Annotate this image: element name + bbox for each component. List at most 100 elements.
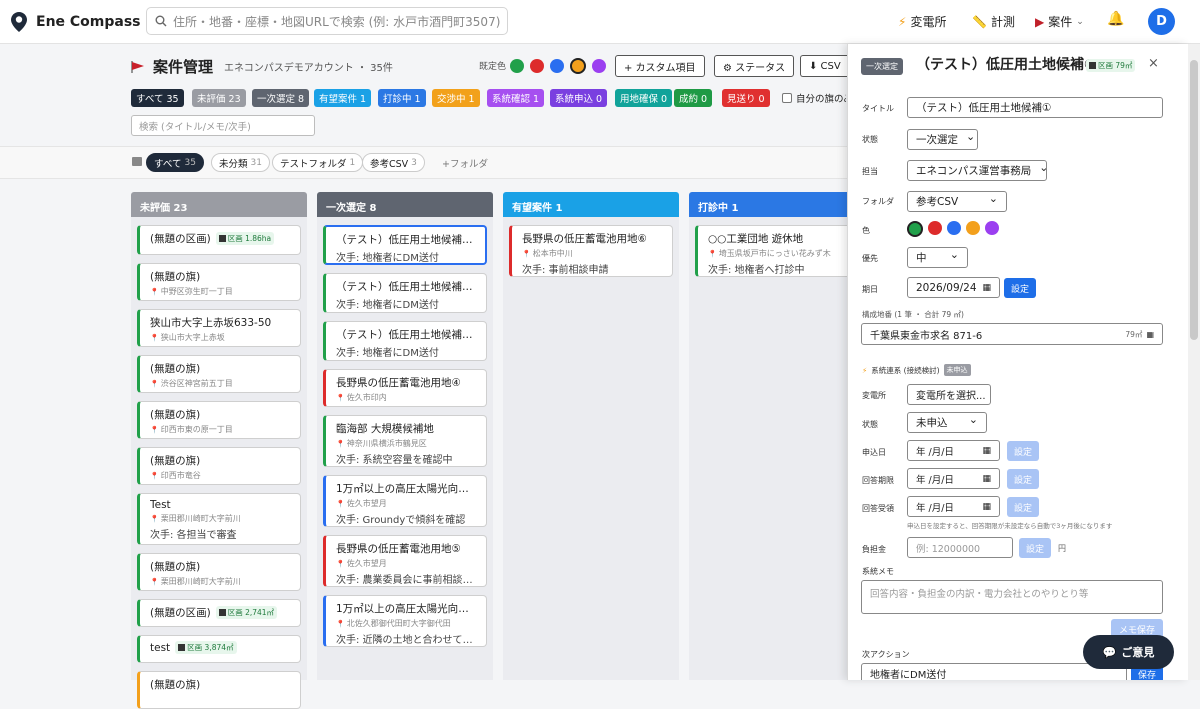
case-card[interactable]: (無題の旗)栗田郡川崎町大字前川 <box>137 553 301 591</box>
default-color-swatch[interactable] <box>570 58 586 74</box>
case-card[interactable]: 狭山市大字上赤坂633-50狭山市大字上赤坂 <box>137 309 301 347</box>
status-filter-chip[interactable]: 系統申込 0 <box>550 89 607 107</box>
card-next-action: 次手: 系統空容量を確認中 <box>336 451 478 466</box>
case-color-swatch[interactable] <box>985 221 999 235</box>
status-filter-chip[interactable]: 打診中 1 <box>378 89 426 107</box>
own-only-toggle[interactable]: 自分の旗のみ <box>782 91 846 105</box>
nav-cases[interactable]: ▶案件⌄ <box>1035 13 1084 30</box>
default-color-swatch[interactable] <box>592 59 606 73</box>
lightning-icon: ⚡ <box>898 15 906 29</box>
account-info: エネコンパスデモアカウント ・ 35件 <box>224 59 393 74</box>
own-only-checkbox[interactable] <box>782 93 792 103</box>
priority-select[interactable]: 中 <box>907 247 968 268</box>
case-card[interactable]: Test栗田郡川崎町大字前川次手: 各担当で審査 <box>137 493 301 545</box>
nav-measure[interactable]: 📏計測 <box>972 13 1015 30</box>
apply-set-button[interactable]: 設定 <box>1007 441 1039 461</box>
calendar-icon: ▦ <box>982 283 991 293</box>
default-color-swatch[interactable] <box>530 59 544 73</box>
card-title-row: (無題の旗) <box>150 407 292 422</box>
case-card[interactable]: (無題の旗)印西市竜谷 <box>137 447 301 485</box>
grid-state-select[interactable]: 未申込 <box>907 412 987 433</box>
card-location: 印西市竜谷 <box>150 470 292 481</box>
column-body: 長野県の低圧蓄電池用地⑥松本市中川次手: 事前相談申請 <box>503 217 679 680</box>
answer-recv-field[interactable]: 年 /月/日▦ <box>907 496 1000 517</box>
bell-icon[interactable]: 🔔 <box>1107 11 1124 27</box>
answer-recv-set-button[interactable]: 設定 <box>1007 497 1039 517</box>
default-color-swatch[interactable] <box>510 59 524 73</box>
folder-tab[interactable]: すべて35 <box>146 153 204 172</box>
folder-tab[interactable]: テストフォルダ1 <box>272 153 363 172</box>
case-card[interactable]: test区画 3,874㎡ <box>137 635 301 663</box>
status-filter-chip[interactable]: 系統確認 1 <box>487 89 544 107</box>
case-card[interactable]: (無題の区画)区画 1.86ha <box>137 225 301 255</box>
grid-memo-textarea[interactable]: 回答内容・負担金の内訳・電力会社とのやりとり等 <box>861 580 1163 614</box>
case-card[interactable]: (無題の旗)中野区弥生町一丁目 <box>137 263 301 301</box>
status-filter-chip[interactable]: 未評価 23 <box>192 89 246 107</box>
case-card[interactable]: （テスト）低圧用土地候補③...次手: 地権者にDM送付 <box>323 321 487 361</box>
app-logo[interactable]: Ene Compass <box>10 11 141 33</box>
case-card[interactable]: 長野県の低圧蓄電池用地④佐久市印内 <box>323 369 487 407</box>
case-card[interactable]: (無題の旗)渋谷区神宮前五丁目 <box>137 355 301 393</box>
card-title: 1万㎡以上の高圧太陽光向けの... <box>336 601 478 616</box>
due-date-field[interactable]: 2026/09/24 ▦ <box>907 277 1000 298</box>
status-filter-chip[interactable]: すべて 35 <box>131 89 184 107</box>
folder-tab[interactable]: +フォルダ <box>435 153 495 172</box>
case-color-swatch[interactable] <box>966 221 980 235</box>
status-filter-chip[interactable]: 交渉中 1 <box>432 89 480 107</box>
status-filter-chip[interactable]: 見送り 0 <box>722 89 770 107</box>
case-card[interactable]: 長野県の低圧蓄電池用地⑥松本市中川次手: 事前相談申請 <box>509 225 673 277</box>
status-filter-chip[interactable]: 成約 0 <box>674 89 712 107</box>
answer-due-field[interactable]: 年 /月/日▦ <box>907 468 1000 489</box>
apply-date-field[interactable]: 年 /月/日▦ <box>907 440 1000 461</box>
csv-button[interactable]: ⬇ CSV <box>800 55 848 77</box>
status-filter-chip[interactable]: 一次選定 8 <box>252 89 309 107</box>
card-area-badge: 区画 2,741㎡ <box>216 606 277 619</box>
chevron-down-icon: ⌄ <box>1076 17 1084 27</box>
substation-select[interactable]: 変電所を選択... <box>907 384 991 405</box>
cost-field[interactable]: 例: 12000000 <box>907 537 1013 558</box>
title-field[interactable]: （テスト）低圧用土地候補① <box>907 97 1163 118</box>
custom-field-button[interactable]: + カスタム項目 <box>615 55 705 77</box>
case-color-swatch[interactable] <box>907 221 923 237</box>
case-color-swatch[interactable] <box>928 221 942 235</box>
cost-set-button[interactable]: 設定 <box>1019 538 1051 558</box>
answer-due-set-button[interactable]: 設定 <box>1007 469 1039 489</box>
filter-search-input[interactable]: 検索 (タイトル/メモ/次手) <box>131 115 315 136</box>
case-card[interactable]: ○○工業団地 遊休地埼玉県坂戸市にっさい花みず木次手: 地権者へ打診中 <box>695 225 855 277</box>
next-action-field[interactable]: 地権者にDM送付 <box>861 663 1127 680</box>
folder-tab[interactable]: 参考CSV3 <box>362 153 425 172</box>
state-select[interactable]: 一次選定 <box>907 129 978 150</box>
folder-tab[interactable]: 未分類31 <box>211 153 270 172</box>
folder-icon <box>132 157 142 166</box>
case-card[interactable]: (無題の旗) <box>137 671 301 709</box>
case-color-swatch[interactable] <box>947 221 961 235</box>
folder-select[interactable]: 参考CSV <box>907 191 1007 212</box>
card-next-action: 次手: 事前相談申請 <box>522 261 664 276</box>
status-filter-chip[interactable]: 有望案件 1 <box>314 89 371 107</box>
avatar[interactable]: D <box>1148 8 1175 35</box>
case-card[interactable]: 臨海部 大規模候補地神奈川県横浜市鶴見区次手: 系統空容量を確認中 <box>323 415 487 467</box>
card-location: 中野区弥生町一丁目 <box>150 286 292 297</box>
case-card[interactable]: 1万㎡以上の高圧太陽光向けの...北佐久郡御代田町大字御代田次手: 近隣の土地と… <box>323 595 487 647</box>
close-icon[interactable]: × <box>1148 56 1159 71</box>
panel-scrollbar-thumb[interactable] <box>1190 60 1198 340</box>
case-card[interactable]: (無題の区画)区画 2,741㎡ <box>137 599 301 627</box>
case-card[interactable]: (無題の旗)印西市東の原一丁目 <box>137 401 301 439</box>
column-body: （テスト）低圧用土地候補①...次手: 地権者にDM送付 （テスト）低圧用土地候補… <box>317 217 493 680</box>
status-filter-chip[interactable]: 用地確保 0 <box>615 89 672 107</box>
case-card[interactable]: （テスト）低圧用土地候補②...次手: 地権者にDM送付 <box>323 273 487 313</box>
card-next-action: 次手: 近隣の土地と合わせて10... <box>336 631 478 646</box>
case-card[interactable]: 1万㎡以上の高圧太陽光向けの...佐久市望月次手: Groundyで傾斜を確認 <box>323 475 487 527</box>
search-input[interactable]: 住所・地番・座標・地図URLで検索 (例: 水戸市酒門町3507) <box>146 7 508 35</box>
parcel-row[interactable]: 千葉県東金市求名 871-679㎡▦ <box>861 323 1163 345</box>
due-date-value: 2026/09/24 <box>916 282 977 294</box>
case-card[interactable]: （テスト）低圧用土地候補①...次手: 地権者にDM送付 <box>323 225 487 265</box>
feedback-button[interactable]: 💬ご意見 <box>1083 635 1174 669</box>
card-title: （テスト）低圧用土地候補③... <box>336 327 478 342</box>
due-set-button[interactable]: 設定 <box>1004 278 1036 298</box>
case-card[interactable]: 長野県の低圧蓄電池用地⑤佐久市望月次手: 農業委員会に事前相談中... <box>323 535 487 587</box>
owner-select[interactable]: エネコンパス運営事務局 <box>907 160 1047 181</box>
nav-substation[interactable]: ⚡変電所 <box>898 13 946 30</box>
status-button[interactable]: ⚙ ステータス <box>714 55 794 77</box>
default-color-swatch[interactable] <box>550 59 564 73</box>
